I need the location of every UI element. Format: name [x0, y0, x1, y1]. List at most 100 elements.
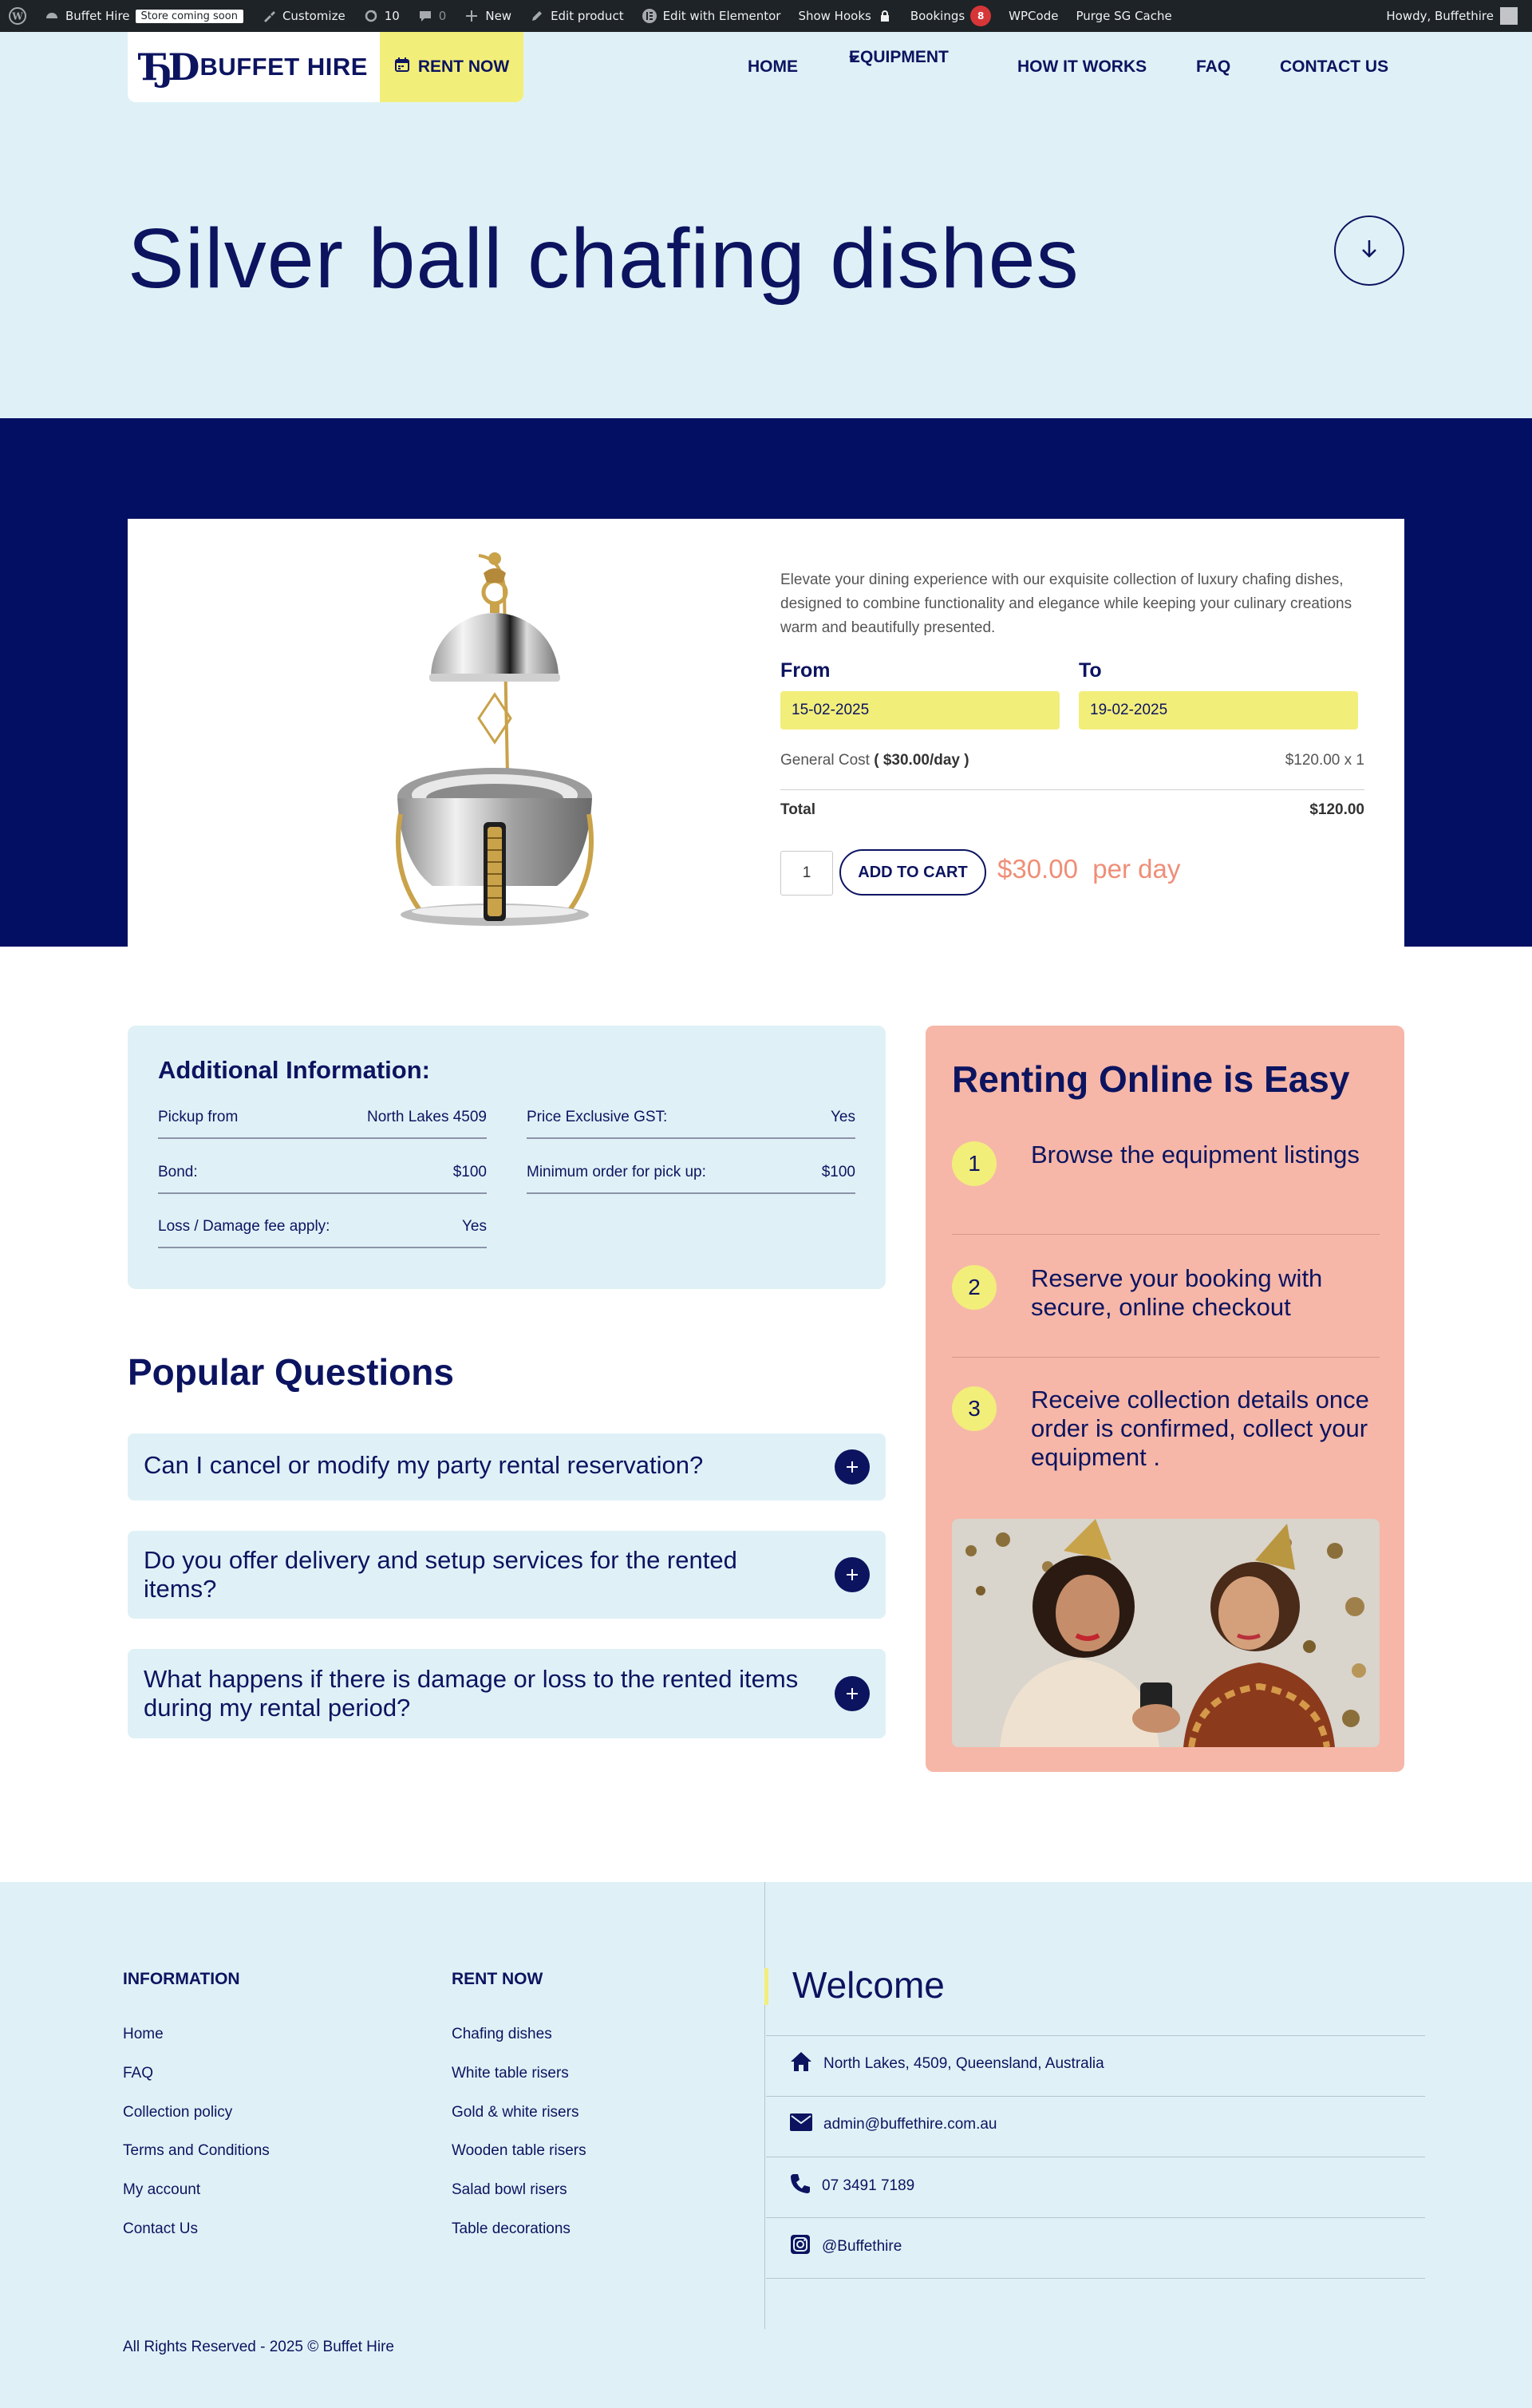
edit-product-link[interactable]: Edit product [520, 0, 633, 32]
customize-link[interactable]: Customize [252, 0, 354, 32]
comment-icon [417, 8, 433, 24]
cost-divider [780, 789, 1364, 790]
contact-divider [766, 2278, 1425, 2279]
comments-count: 0 [438, 9, 447, 23]
info-value: Yes [462, 1218, 487, 1235]
footer-link-collection-policy[interactable]: Collection policy [123, 2104, 232, 2121]
paintbrush-icon [261, 8, 277, 24]
to-date-field[interactable]: 19-02-2025 [1079, 691, 1358, 730]
admin-bar: W Buffet Hire Store coming soon Customiz… [0, 0, 1532, 32]
new-content-link[interactable]: New [455, 0, 520, 32]
footer-link-home[interactable]: Home [123, 2026, 164, 2043]
from-label: From [780, 659, 831, 682]
edit-elementor-label: Edit with Elementor [662, 9, 781, 23]
general-cost-row: General Cost ( $30.00/day ) $120.00 x 1 [780, 752, 1364, 769]
home-icon [790, 2051, 812, 2077]
rent-now-button[interactable]: RENT NOW [380, 32, 523, 102]
faq-question: Do you offer delivery and setup services… [144, 1546, 737, 1603]
footer-info-heading: INFORMATION [123, 1970, 240, 1988]
logo-mark-icon: ЂD [140, 45, 199, 89]
info-label: Bond: [158, 1164, 198, 1180]
pencil-icon [529, 8, 545, 24]
from-date-field[interactable]: 15-02-2025 [780, 691, 1060, 730]
user-account-menu[interactable]: Howdy, Buffethire [1386, 7, 1532, 25]
envelope-icon [790, 2113, 812, 2136]
info-row-bond: Bond: $100 [158, 1164, 487, 1194]
page-title: Silver ball chafing dishes [128, 212, 1080, 306]
footer-link-chafing-dishes[interactable]: Chafing dishes [452, 2026, 552, 2043]
customize-label: Customize [282, 9, 345, 23]
step-number: 2 [952, 1265, 997, 1310]
purge-cache-link[interactable]: Purge SG Cache [1067, 0, 1180, 32]
purge-cache-label: Purge SG Cache [1076, 9, 1172, 23]
instagram-row[interactable]: @Buffethire [790, 2234, 902, 2260]
footer-link-my-account[interactable]: My account [123, 2181, 200, 2199]
quantity-input[interactable]: 1 [780, 851, 833, 896]
step-number: 1 [952, 1141, 997, 1186]
bookings-link[interactable]: Bookings 8 [902, 0, 1000, 32]
plus-circle-icon[interactable] [835, 1557, 870, 1592]
faq-item[interactable]: What happens if there is damage or loss … [128, 1649, 886, 1738]
store-status-badge[interactable]: Store coming soon [135, 9, 243, 23]
nav-home[interactable]: HOME [748, 57, 798, 77]
edit-elementor-link[interactable]: Edit with Elementor [633, 0, 790, 32]
logo-text: BUFFET HIRE [199, 53, 368, 81]
step-text: Receive collection details once order is… [1031, 1386, 1369, 1471]
additional-info-card: Additional Information: Pickup from Nort… [128, 1026, 886, 1289]
phone-text[interactable]: 07 3491 7189 [822, 2177, 914, 2195]
faq-item[interactable]: Can I cancel or modify my party rental r… [128, 1433, 886, 1501]
footer-link-wooden-risers[interactable]: Wooden table risers [452, 2142, 586, 2160]
nav-faq[interactable]: FAQ [1196, 57, 1230, 77]
footer-link-terms[interactable]: Terms and Conditions [123, 2142, 270, 2160]
add-to-cart-button[interactable]: ADD TO CART [839, 849, 986, 896]
footer-link-white-risers[interactable]: White table risers [452, 2065, 569, 2082]
howdy-label: Howdy, Buffethire [1386, 9, 1494, 23]
footer-link-contact[interactable]: Contact Us [123, 2220, 198, 2238]
faq-item[interactable]: Do you offer delivery and setup services… [128, 1531, 886, 1619]
info-label: Pickup from [158, 1109, 239, 1125]
email-text[interactable]: admin@buffethire.com.au [823, 2116, 997, 2133]
wordpress-logo-icon[interactable]: W [0, 0, 35, 32]
avatar [1500, 7, 1518, 25]
admin-site-name[interactable]: Buffet Hire Store coming soon [35, 0, 252, 32]
comments-link[interactable]: 0 [409, 0, 456, 32]
info-row-gst: Price Exclusive GST: Yes [527, 1109, 855, 1139]
email-row[interactable]: admin@buffethire.com.au [790, 2113, 997, 2136]
step-number: 3 [952, 1386, 997, 1431]
contact-divider [766, 2217, 1425, 2218]
phone-row[interactable]: 07 3491 7189 [790, 2173, 914, 2199]
refresh-icon [363, 8, 379, 24]
show-hooks-link[interactable]: Show Hooks [789, 0, 901, 32]
wpcode-link[interactable]: WPCode [1000, 0, 1067, 32]
info-value: $100 [452, 1164, 487, 1180]
contact-divider [766, 2035, 1425, 2036]
faq-question: Can I cancel or modify my party rental r… [144, 1451, 704, 1479]
instagram-text[interactable]: @Buffethire [822, 2238, 902, 2256]
product-image[interactable] [343, 535, 598, 934]
hero-section: ЂD BUFFET HIRE RENT NOW HOME EQUIPMENT H… [0, 32, 1532, 418]
nav-how-it-works[interactable]: HOW IT WORKS [1017, 57, 1147, 77]
scroll-down-button[interactable] [1334, 215, 1404, 286]
contact-divider [766, 2096, 1425, 2097]
info-value: Yes [831, 1109, 855, 1125]
updates-link[interactable]: 10 [354, 0, 409, 32]
address-text: North Lakes, 4509, Queensland, Australia [823, 2055, 1104, 2072]
bookings-count-badge: 8 [970, 6, 992, 26]
plus-circle-icon[interactable] [835, 1676, 870, 1711]
footer-link-faq[interactable]: FAQ [123, 2065, 153, 2082]
party-photo [952, 1519, 1380, 1747]
footer-link-salad-bowl-risers[interactable]: Salad bowl risers [452, 2181, 567, 2199]
footer-link-table-decorations[interactable]: Table decorations [452, 2220, 571, 2238]
info-value: North Lakes 4509 [367, 1109, 487, 1125]
updates-count: 10 [384, 9, 400, 23]
nav-contact-us[interactable]: CONTACT US [1280, 57, 1388, 77]
price-unit: per day [1092, 854, 1181, 884]
bookings-label: Bookings [910, 9, 965, 23]
site-logo[interactable]: ЂD BUFFET HIRE [128, 32, 380, 102]
faq-title: Popular Questions [128, 1351, 454, 1393]
general-cost-text: General Cost ( $30.00/day ) [780, 752, 969, 769]
plus-circle-icon[interactable] [835, 1449, 870, 1485]
footer-link-gold-white-risers[interactable]: Gold & white risers [452, 2104, 578, 2121]
price-amount: $30.00 [997, 854, 1078, 884]
general-cost-rate: ( $30.00/day ) [874, 752, 969, 769]
